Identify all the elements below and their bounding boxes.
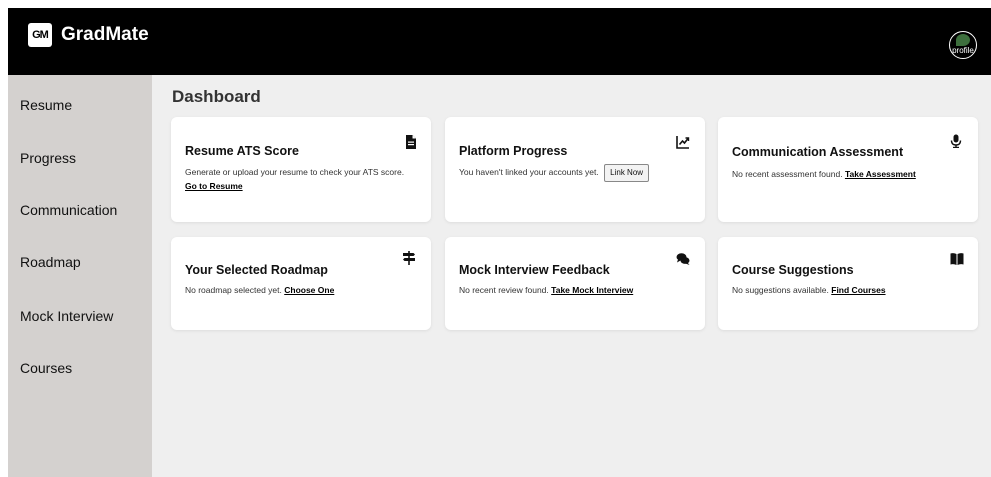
take-assessment-link[interactable]: Take Assessment bbox=[845, 169, 916, 179]
sidebar-item-roadmap[interactable]: Roadmap bbox=[20, 254, 81, 270]
card-description: No recent review found. Take Mock Interv… bbox=[459, 283, 694, 297]
card-title: Course Suggestions bbox=[732, 263, 854, 277]
card-description: No recent assessment found. Take Assessm… bbox=[732, 167, 967, 181]
card-description: You haven't linked your accounts yet. Li… bbox=[459, 164, 694, 182]
card-title: Platform Progress bbox=[459, 144, 568, 158]
signpost-icon bbox=[403, 251, 415, 265]
sidebar: Resume Progress Communication Roadmap Mo… bbox=[8, 75, 152, 477]
page-title: Dashboard bbox=[172, 87, 261, 106]
choose-one-link[interactable]: Choose One bbox=[284, 285, 334, 295]
book-icon bbox=[950, 253, 964, 265]
avatar-image bbox=[956, 34, 970, 46]
card-title: Communication Assessment bbox=[732, 145, 904, 159]
gradmate-logo: GM bbox=[28, 23, 52, 47]
sidebar-item-resume[interactable]: Resume bbox=[20, 97, 72, 113]
brand-name: GradMate bbox=[61, 24, 149, 45]
card-title: Mock Interview Feedback bbox=[459, 263, 610, 277]
main-content: Dashboard Resume ATS Score Generate or u… bbox=[152, 75, 991, 477]
take-mock-interview-link[interactable]: Take Mock Interview bbox=[551, 285, 633, 295]
card-description-text: No recent review found. bbox=[459, 285, 549, 295]
sidebar-item-communication[interactable]: Communication bbox=[20, 202, 117, 218]
card-platform-progress: Platform Progress You haven't linked you… bbox=[445, 117, 705, 222]
card-description-text: No recent assessment found. bbox=[732, 169, 843, 179]
chat-bubbles-icon bbox=[676, 253, 690, 265]
go-to-resume-link[interactable]: Go to Resume bbox=[185, 181, 243, 191]
sidebar-item-progress[interactable]: Progress bbox=[20, 150, 76, 166]
card-description: No suggestions available. Find Courses bbox=[732, 283, 967, 297]
card-description-text: No suggestions available. bbox=[732, 285, 829, 295]
card-title: Resume ATS Score bbox=[185, 144, 299, 158]
card-mock-interview-feedback: Mock Interview Feedback No recent review… bbox=[445, 237, 705, 330]
brand[interactable]: GM GradMate bbox=[28, 23, 149, 47]
card-description-text: Generate or upload your resume to check … bbox=[185, 167, 405, 177]
find-courses-link[interactable]: Find Courses bbox=[831, 285, 885, 295]
sidebar-item-mock-interview[interactable]: Mock Interview bbox=[20, 308, 113, 324]
card-course-suggestions: Course Suggestions No suggestions availa… bbox=[718, 237, 978, 330]
link-now-button[interactable]: Link Now bbox=[604, 164, 650, 182]
card-description: Generate or upload your resume to check … bbox=[185, 165, 415, 193]
card-description-text: No roadmap selected yet. bbox=[185, 285, 282, 295]
microphone-icon bbox=[950, 134, 962, 148]
document-icon bbox=[406, 135, 416, 149]
card-resume-ats-score: Resume ATS Score Generate or upload your… bbox=[171, 117, 431, 222]
app-frame: GM GradMate profile Resume Progress Comm… bbox=[8, 8, 991, 477]
card-title: Your Selected Roadmap bbox=[185, 263, 328, 277]
card-your-selected-roadmap: Your Selected Roadmap No roadmap selecte… bbox=[171, 237, 431, 330]
sidebar-item-courses[interactable]: Courses bbox=[20, 360, 72, 376]
chart-line-icon bbox=[676, 136, 690, 149]
profile-alt-text: profile bbox=[952, 46, 974, 55]
card-communication-assessment: Communication Assessment No recent asses… bbox=[718, 117, 978, 222]
logo-text: GM bbox=[32, 29, 49, 41]
card-description: No roadmap selected yet. Choose One bbox=[185, 283, 420, 297]
top-navbar: GM GradMate profile bbox=[8, 8, 991, 75]
profile-avatar[interactable]: profile bbox=[949, 31, 977, 59]
card-description-text: You haven't linked your accounts yet. bbox=[459, 167, 599, 177]
